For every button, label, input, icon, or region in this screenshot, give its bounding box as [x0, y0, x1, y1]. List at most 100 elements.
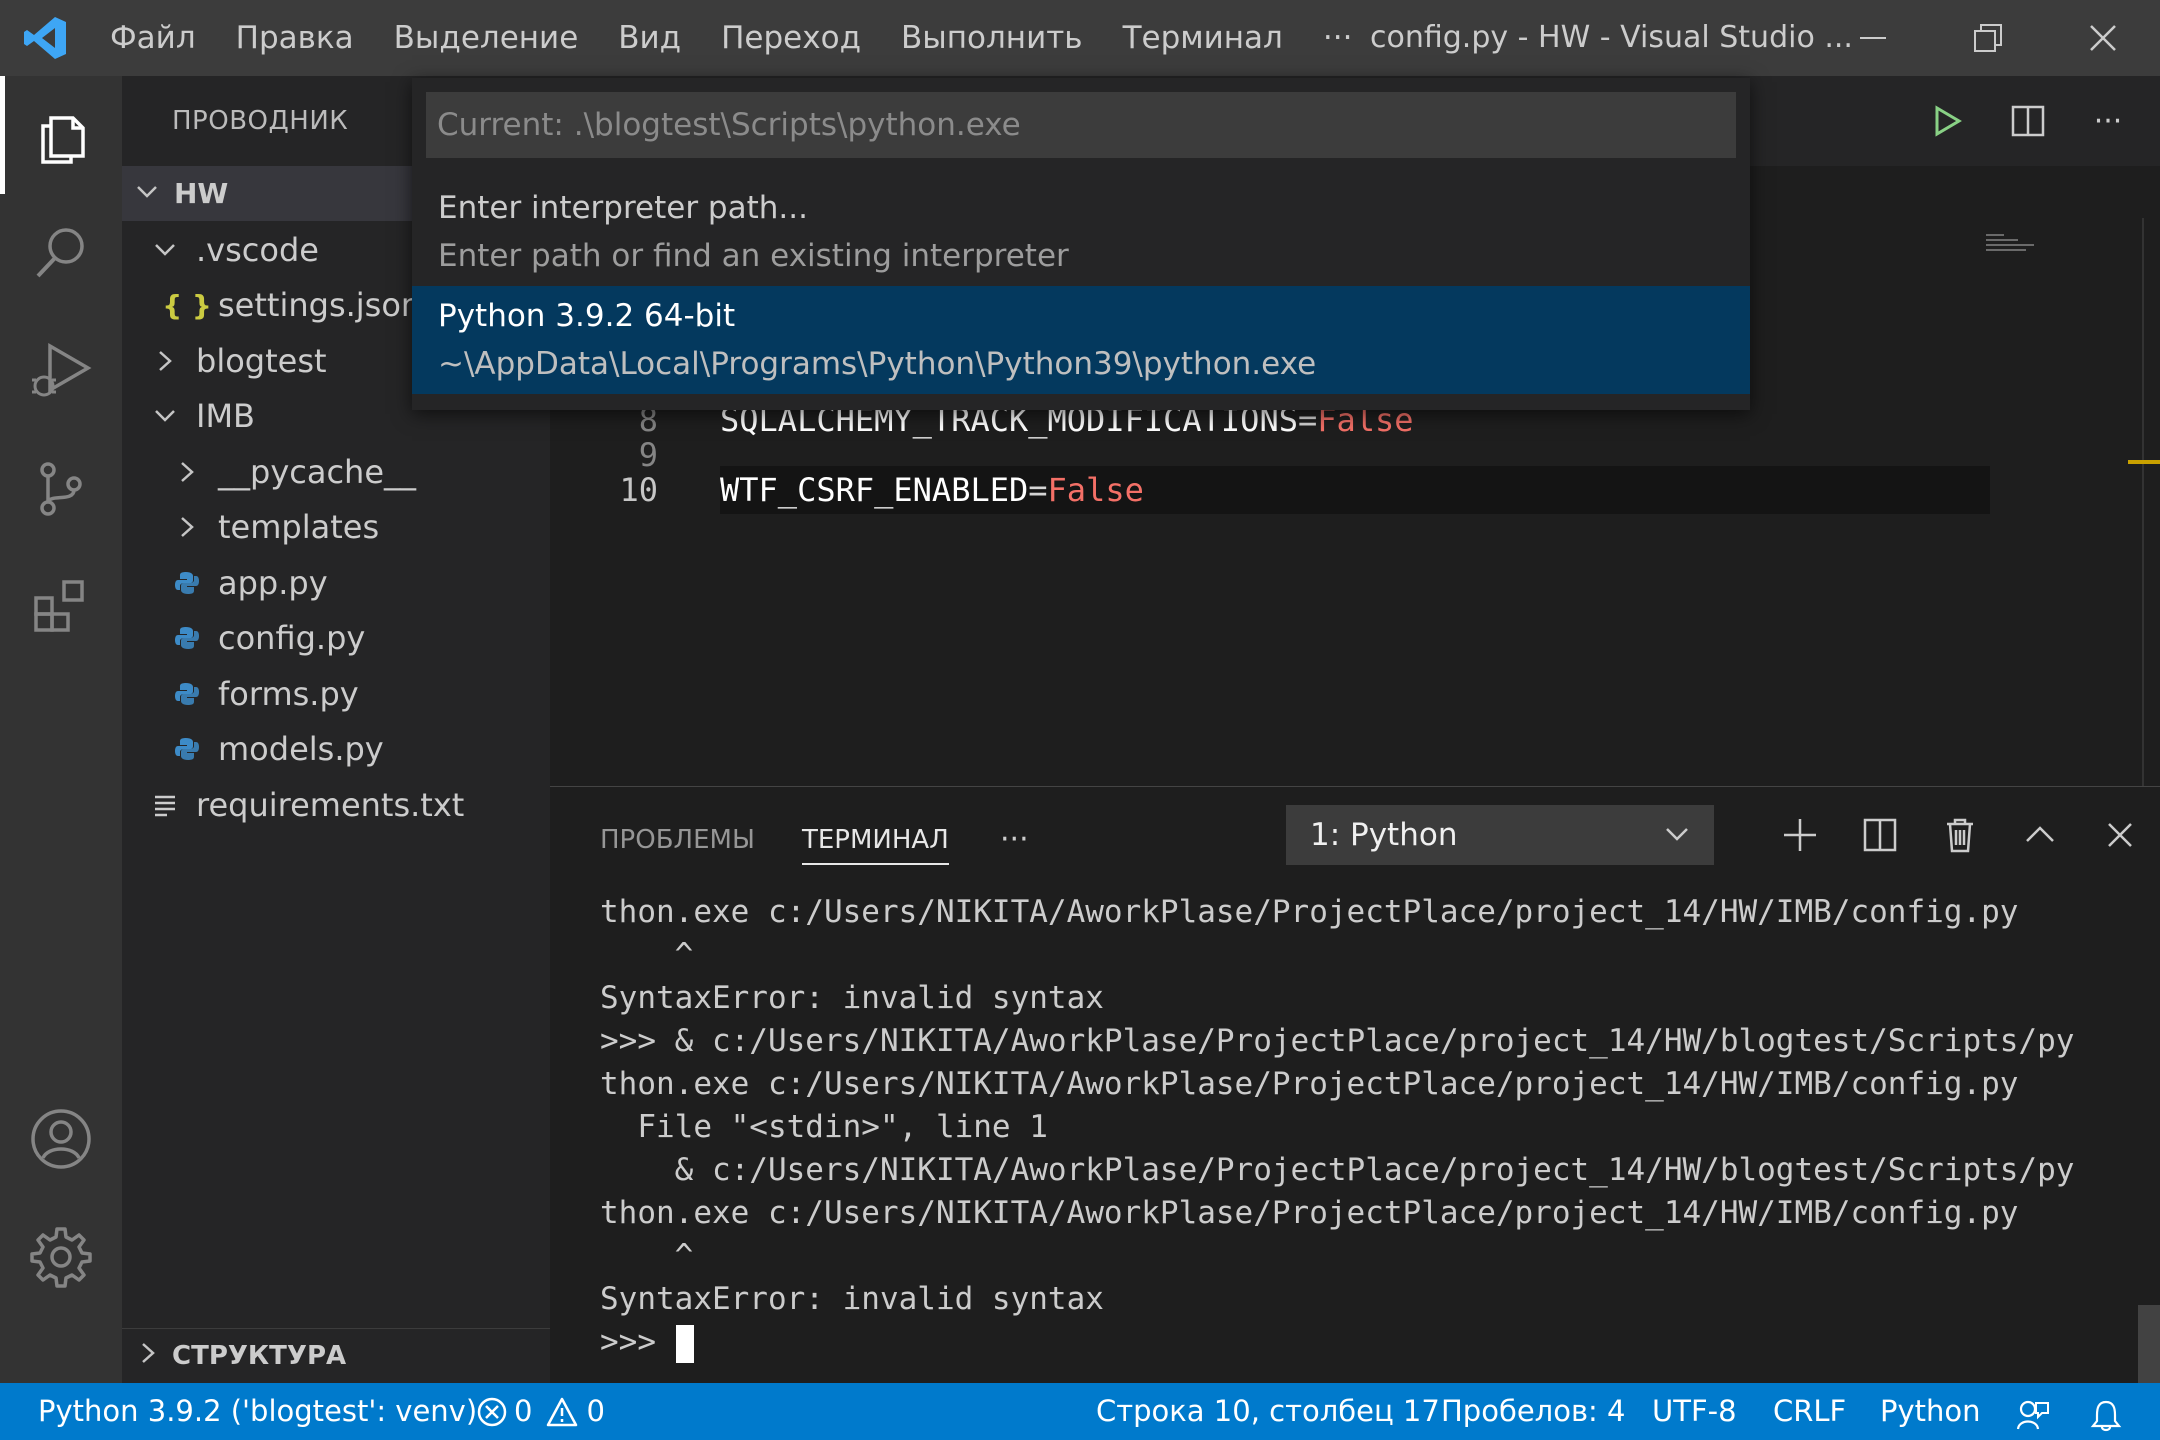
terminal-line: SyntaxError: invalid syntax: [600, 1281, 1104, 1317]
select-interpreter-quickpick: Current: .\blogtest\Scripts\python.exe E…: [412, 78, 1750, 410]
maximize-panel-chevron-up-icon[interactable]: [2012, 807, 2068, 863]
tree-file[interactable]: app.py: [122, 555, 550, 610]
menu-item[interactable]: Правка: [216, 0, 374, 76]
restore-button[interactable]: [1930, 0, 2045, 76]
run-python-file-button[interactable]: [1920, 96, 1976, 146]
terminal-cursor: [676, 1325, 694, 1363]
terminal-line: >>> & c:/Users/NIKITA/AworkPlase/Project…: [600, 1023, 2075, 1059]
menu-item[interactable]: Выполнить: [881, 0, 1103, 76]
encoding-status[interactable]: UTF-8: [1652, 1383, 1737, 1440]
menu-item[interactable]: Файл: [90, 0, 216, 76]
menu-item[interactable]: Выделение: [374, 0, 599, 76]
chevron-down-icon: [150, 239, 180, 261]
interpreter-option[interactable]: Python 3.9.2 64-bit ~\AppData\Local\Progr…: [412, 286, 1750, 394]
tab-terminal[interactable]: ТЕРМИНАЛ: [802, 815, 949, 865]
overview-ruler: [2142, 218, 2144, 786]
menu-more-icon[interactable]: ···: [1303, 0, 1373, 76]
terminal-line: >>>: [600, 1324, 675, 1360]
explorer-icon[interactable]: [0, 76, 122, 194]
menu-item[interactable]: Переход: [701, 0, 881, 76]
panel-more-icon[interactable]: ···: [1000, 815, 1029, 865]
close-panel-icon[interactable]: [2092, 807, 2148, 863]
eol-status[interactable]: CRLF: [1773, 1383, 1846, 1440]
terminal-line: thon.exe c:/Users/NIKITA/AworkPlase/Proj…: [600, 1195, 2019, 1231]
new-terminal-icon[interactable]: [1772, 807, 1828, 863]
menu-item[interactable]: Терминал: [1103, 0, 1303, 76]
title-bar: Файл Правка Выделение Вид Переход Выполнить Те…: [0, 0, 2160, 76]
python-file-icon: [172, 681, 202, 707]
more-actions-icon[interactable]: ···: [2080, 96, 2136, 146]
tree-file[interactable]: config.py: [122, 611, 550, 666]
json-file-icon: { }: [162, 288, 212, 322]
python-file-icon: [172, 736, 202, 762]
code-token-false: False: [1047, 471, 1144, 509]
split-editor-icon[interactable]: [2000, 96, 2056, 146]
interpreter-option-detail: Enter path or find an existing interpret…: [438, 238, 1069, 274]
menu-bar: Файл Правка Выделение Вид Переход Выполнить Те…: [90, 0, 1372, 76]
workspace-root-label: HW: [174, 177, 229, 210]
chevron-right-icon: [150, 350, 180, 372]
tree-file[interactable]: requirements.txt: [122, 777, 550, 832]
overview-ruler-marker: [2128, 460, 2160, 464]
extensions-icon[interactable]: [0, 548, 122, 666]
chevron-right-icon: [138, 1341, 158, 1371]
warning-icon: [546, 1396, 578, 1428]
code-token-var: WTF_CSRF_ENABLED: [720, 471, 1029, 509]
terminal-scrollbar[interactable]: [2138, 1305, 2160, 1384]
split-terminal-icon[interactable]: [1852, 807, 1908, 863]
chevron-down-icon: [150, 405, 180, 427]
tree-item-label: app.py: [218, 563, 328, 602]
tree-item-label: models.py: [218, 730, 384, 768]
python-file-icon: [172, 625, 202, 651]
tree-folder[interactable]: templates: [122, 500, 550, 555]
tree-item-label: templates: [218, 508, 380, 546]
outline-section-label: СТРУКТУРА: [172, 1341, 347, 1371]
python-file-icon: [172, 570, 202, 596]
search-icon[interactable]: [0, 194, 122, 312]
chevron-right-icon: [172, 461, 202, 483]
menu-item[interactable]: Вид: [598, 0, 701, 76]
terminal-line: thon.exe c:/Users/NIKITA/AworkPlase/Proj…: [600, 894, 2019, 930]
code-line[interactable]: 10 WTF_CSRF_ENABLED=False: [550, 466, 2000, 514]
interpreter-option[interactable]: Enter interpreter path... Enter path or f…: [412, 178, 1750, 286]
tree-item-label: config.py: [218, 619, 366, 657]
chevron-down-icon: [1664, 805, 1690, 885]
kill-terminal-trash-icon[interactable]: [1932, 807, 1988, 863]
terminal-select-dropdown[interactable]: 1: Python: [1286, 805, 1714, 865]
tree-item-label: blogtest: [196, 341, 327, 380]
minimap[interactable]: [1986, 232, 2046, 256]
tree-item-label: requirements.txt: [196, 785, 465, 824]
window-title: config.py - HW - Visual Studio ...: [1370, 20, 1853, 55]
cursor-position-status[interactable]: Строка 10, столбец 17: [1096, 1383, 1440, 1440]
problems-status[interactable]: 0 0: [476, 1383, 605, 1440]
code-token-op: =: [1028, 471, 1048, 509]
outline-section[interactable]: СТРУКТУРА: [122, 1328, 550, 1383]
status-bar: Python 3.9.2 ('blogtest': venv) 0 0 Стро…: [0, 1383, 2160, 1440]
terminal-line: File "<stdin>", line 1: [600, 1109, 1048, 1145]
source-control-icon[interactable]: [0, 430, 122, 548]
bottom-panel: ПРОБЛЕМЫ ТЕРМИНАЛ ··· 1: Python thon.exe…: [550, 786, 2160, 1384]
terminal-line: thon.exe c:/Users/NIKITA/AworkPlase/Proj…: [600, 1066, 2019, 1102]
language-mode-status[interactable]: Python: [1880, 1383, 1981, 1440]
tab-problems[interactable]: ПРОБЛЕМЫ: [600, 815, 755, 865]
interpreter-path-input[interactable]: Current: .\blogtest\Scripts\python.exe: [426, 92, 1736, 158]
accounts-icon[interactable]: [0, 1080, 122, 1198]
close-window-button[interactable]: [2045, 0, 2160, 76]
indentation-status[interactable]: Пробелов: 4: [1441, 1383, 1626, 1440]
notifications-bell-icon[interactable]: [2090, 1395, 2122, 1440]
tree-folder[interactable]: __pycache__: [122, 444, 550, 499]
activity-bar: [0, 76, 122, 1383]
vscode-logo-icon: [0, 0, 90, 76]
minimize-button[interactable]: [1815, 0, 1930, 76]
interpreter-option-title: Python 3.9.2 64-bit: [438, 298, 736, 334]
settings-gear-icon[interactable]: [0, 1198, 122, 1316]
run-debug-icon[interactable]: [0, 312, 122, 430]
interpreter-option-detail: ~\AppData\Local\Programs\Python\Python39…: [438, 346, 1317, 382]
error-count: 0: [514, 1394, 533, 1428]
feedback-icon[interactable]: [2016, 1395, 2050, 1440]
tree-file[interactable]: models.py: [122, 722, 550, 777]
terminal-line: SyntaxError: invalid syntax: [600, 980, 1104, 1016]
python-interpreter-status[interactable]: Python 3.9.2 ('blogtest': venv): [38, 1383, 477, 1440]
chevron-right-icon: [172, 516, 202, 538]
tree-file[interactable]: forms.py: [122, 666, 550, 721]
